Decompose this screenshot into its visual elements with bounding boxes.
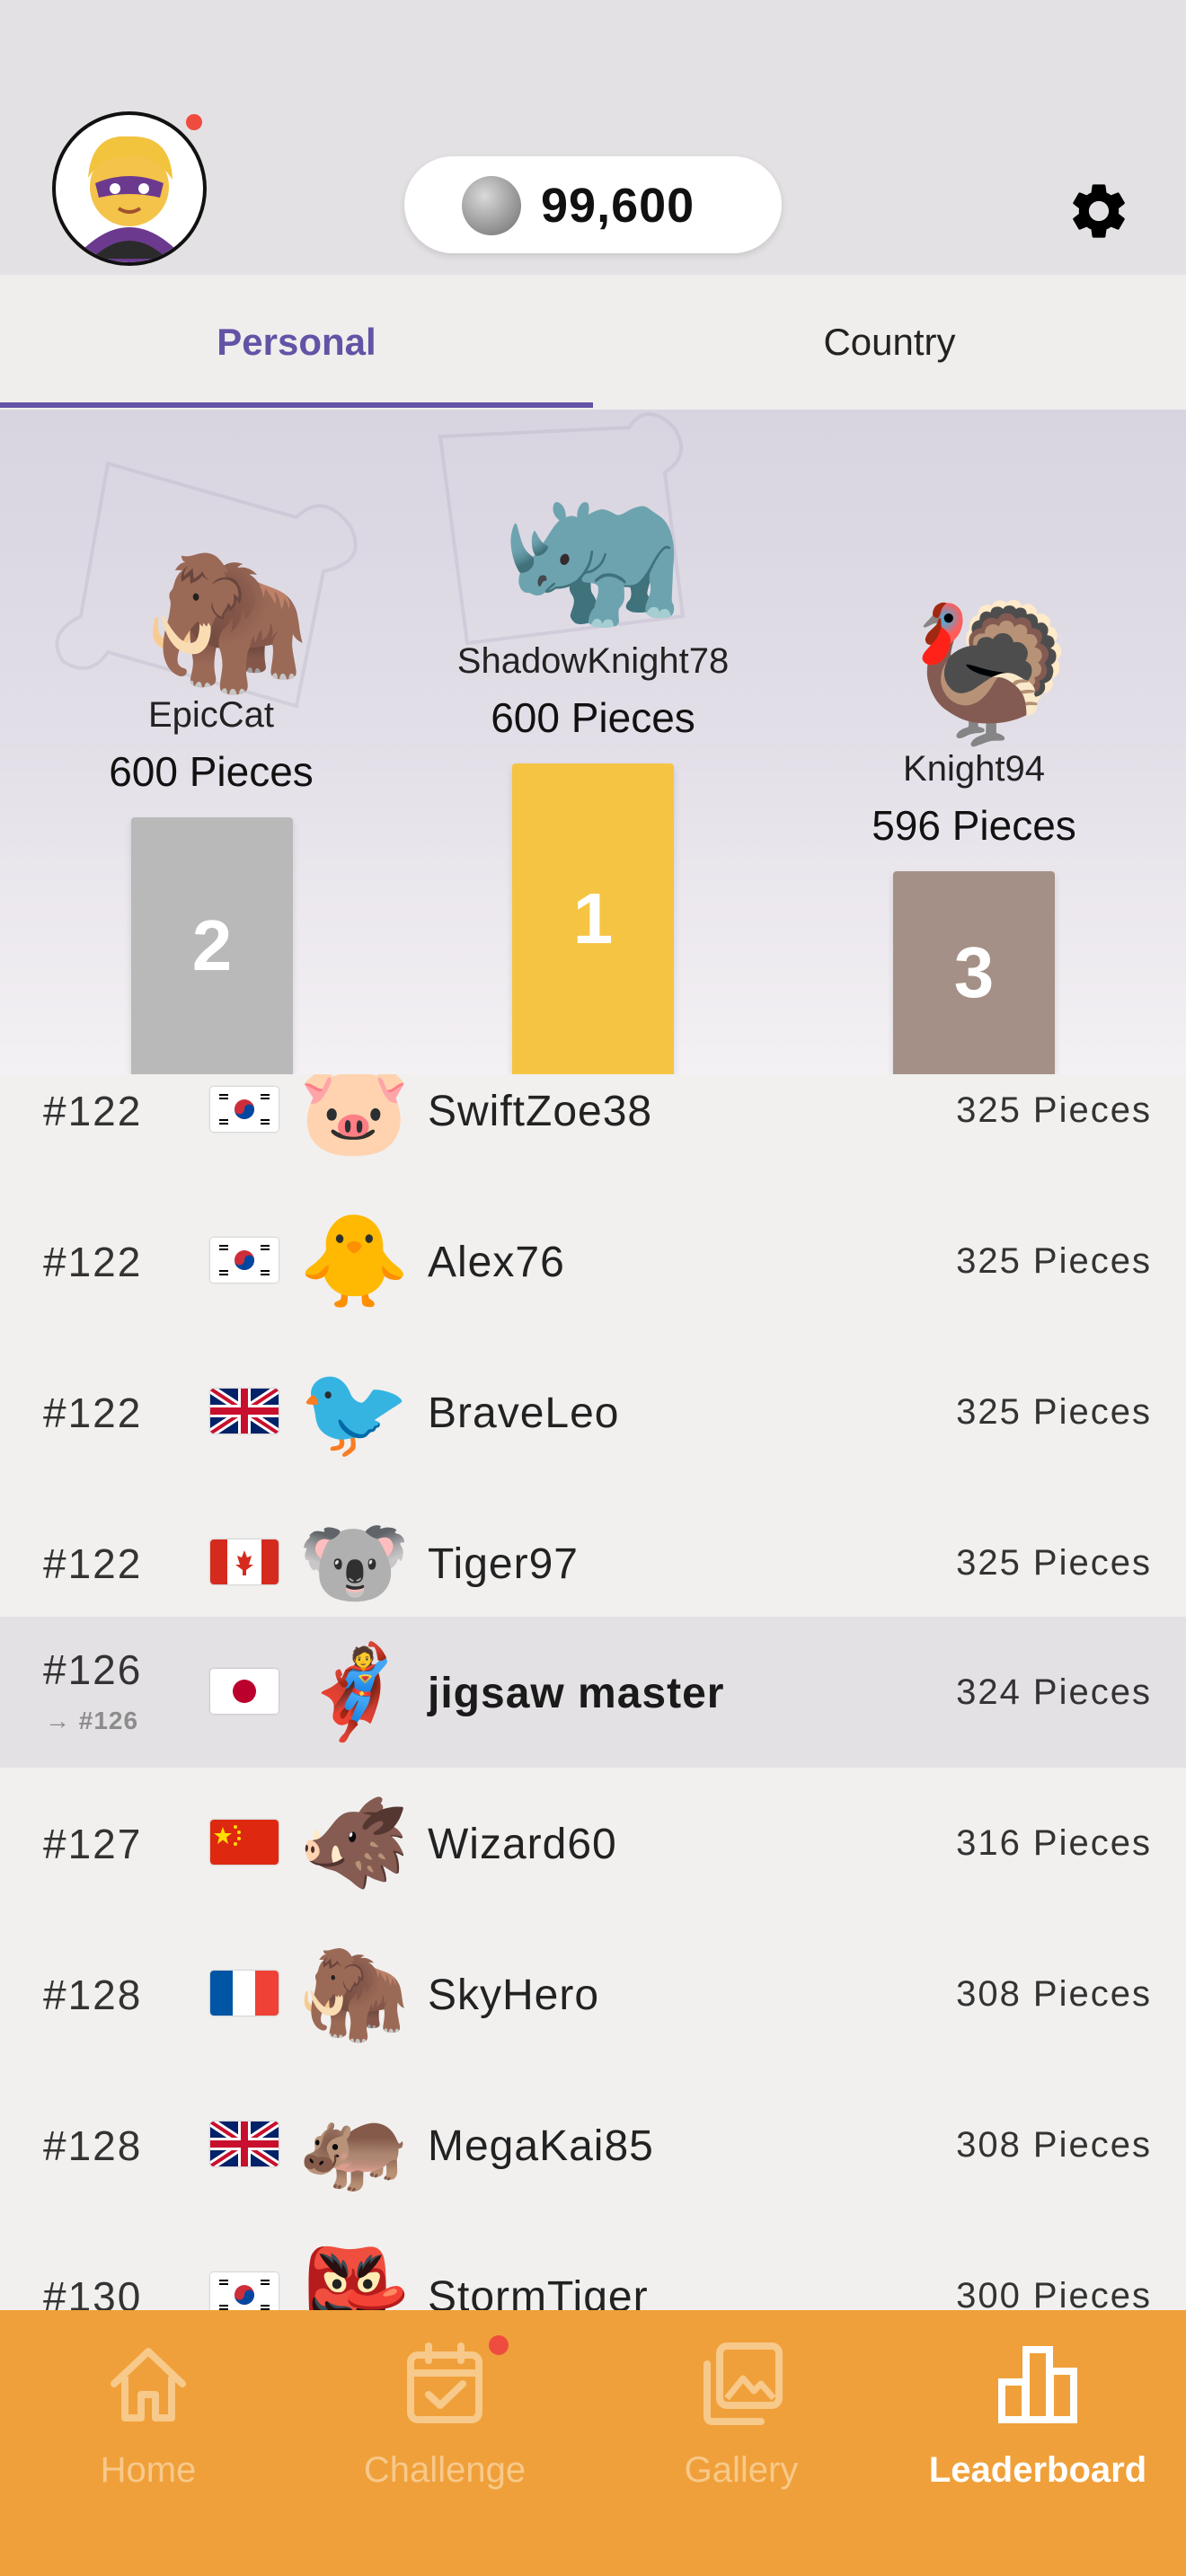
row-pieces: 325 Pieces — [956, 1090, 1152, 1130]
tab-country[interactable]: Country — [593, 275, 1186, 410]
coin-value: 99,600 — [541, 179, 695, 233]
leaderboard-row[interactable]: #127 🐗 Wizard60 316 Pieces — [0, 1768, 1186, 1919]
row-pieces: 325 Pieces — [956, 1543, 1152, 1583]
row-rank: #128 — [43, 1972, 143, 2018]
nav-challenge-label: Challenge — [363, 2450, 527, 2490]
notification-dot — [183, 111, 205, 133]
leaderboard-row-current-user[interactable]: #126 → #126 🦸 jigsaw master 324 Pieces — [0, 1617, 1186, 1768]
row-player-name: jigsaw master — [428, 1670, 725, 1717]
row-player-name: Tiger97 — [428, 1540, 579, 1588]
player-avatar: 🐨 — [298, 1513, 411, 1613]
leaderboard-row[interactable]: #128 🦛 MegaKai85 308 Pieces — [0, 2069, 1186, 2220]
top-bar: 99,600 — [0, 0, 1186, 275]
bottom-navigation: Home Challenge Gallery Leaderboard — [0, 2310, 1186, 2576]
tab-personal[interactable]: Personal — [0, 275, 593, 410]
row-player-name: Wizard60 — [428, 1821, 617, 1868]
player-avatar: 🐗 — [298, 1793, 411, 1893]
nav-leaderboard-label: Leaderboard — [928, 2450, 1147, 2490]
player-avatar: 🦸 — [298, 1642, 411, 1742]
row-rank: #122 — [43, 1540, 143, 1587]
row-rank: #127 — [43, 1821, 143, 1867]
podium: 🦣 EpicCat 600 Pieces 2 🦏 ShadowKnight78 … — [0, 410, 1186, 1074]
nav-leaderboard[interactable]: Leaderboard — [890, 2310, 1186, 2576]
flag-gb-icon — [210, 1389, 279, 1434]
leaderboard-row[interactable]: #122 🐷 SwiftZoe38 325 Pieces — [0, 1074, 1186, 1186]
leaderboard-row[interactable]: #122 🐦 BraveLeo 325 Pieces — [0, 1337, 1186, 1487]
row-player-name: Alex76 — [428, 1239, 565, 1286]
profile-avatar[interactable] — [52, 111, 207, 266]
superhero-avatar-icon — [83, 136, 176, 262]
player-avatar: 🐦 — [298, 1362, 411, 1462]
leaderboard-row[interactable]: #128 🦣 SkyHero 308 Pieces — [0, 1919, 1186, 2069]
podium-1-avatar: 🦏 — [500, 469, 686, 635]
challenge-badge-dot — [489, 2335, 509, 2355]
row-rank: #128 — [43, 2122, 143, 2169]
flag-jp-icon — [210, 1669, 279, 1714]
podium-2-name: EpicCat — [147, 695, 275, 735]
nav-home-label: Home — [100, 2450, 197, 2490]
player-avatar: 👺 — [298, 2245, 411, 2310]
player-avatar: 🐷 — [298, 1074, 411, 1160]
nav-gallery[interactable]: Gallery — [593, 2310, 890, 2576]
player-avatar: 🦛 — [298, 2095, 411, 2195]
flag-cn-icon — [210, 1820, 279, 1865]
row-player-name: MegaKai85 — [428, 2122, 654, 2170]
row-rank: #130 — [43, 2273, 143, 2310]
row-pieces: 325 Pieces — [956, 1241, 1152, 1281]
podium-2-block: 2 — [131, 817, 293, 1074]
podium-3-name: Knight94 — [903, 749, 1045, 789]
flag-kr-icon — [210, 2272, 279, 2310]
row-pieces: 308 Pieces — [956, 2125, 1152, 2165]
active-tab-indicator — [0, 402, 593, 408]
gear-icon[interactable] — [1066, 178, 1132, 244]
row-player-name: SwiftZoe38 — [428, 1088, 653, 1135]
podium-3-block: 3 — [893, 871, 1055, 1074]
flag-ca-icon — [210, 1539, 279, 1584]
player-avatar: 🐥 — [298, 1211, 411, 1311]
podium-3-avatar: 🦃 — [907, 597, 1075, 748]
house-icon — [111, 2348, 186, 2422]
flag-fr-icon — [210, 1971, 279, 2016]
nav-challenge[interactable]: Challenge — [296, 2310, 593, 2576]
row-pieces: 300 Pieces — [956, 2276, 1152, 2310]
leaderboard-row[interactable]: #122 🐨 Tiger97 325 Pieces — [0, 1487, 1186, 1638]
bar-chart-icon — [998, 2346, 1077, 2423]
row-pieces: 316 Pieces — [956, 1823, 1152, 1863]
leaderboard-tabs: Personal Country — [0, 275, 1186, 410]
gallery-icon — [704, 2342, 783, 2425]
row-rank: #126 — [43, 1646, 143, 1693]
coin-balance[interactable]: 99,600 — [404, 156, 782, 253]
row-player-name: SkyHero — [428, 1972, 600, 2019]
podium-2-avatar: 🦣 — [144, 545, 312, 696]
row-player-name: BraveLeo — [428, 1389, 620, 1437]
podium-3-pieces: 596 Pieces — [872, 802, 1076, 849]
flag-gb-icon — [210, 2122, 279, 2166]
row-pieces: 324 Pieces — [956, 1672, 1152, 1712]
row-pieces: 325 Pieces — [956, 1392, 1152, 1432]
leaderboard-list[interactable]: #122 🐷 SwiftZoe38 325 Pieces #122 🐥 Alex… — [0, 1074, 1186, 2310]
player-avatar: 🦣 — [298, 1944, 411, 2044]
rank-change: → #126 — [45, 1707, 139, 1734]
podium-1-block: 1 — [512, 763, 674, 1074]
flag-kr-icon — [210, 1238, 279, 1283]
row-rank: #122 — [43, 1239, 143, 1285]
row-rank: #122 — [43, 1088, 143, 1134]
nav-home[interactable]: Home — [0, 2310, 296, 2576]
nav-gallery-label: Gallery — [684, 2450, 799, 2490]
row-player-name: StormTiger — [428, 2273, 649, 2310]
leaderboard-row[interactable]: #130 👺 StormTiger 300 Pieces — [0, 2220, 1186, 2310]
coin-icon — [462, 176, 521, 235]
row-rank: #122 — [43, 1389, 143, 1436]
leaderboard-row[interactable]: #122 🐥 Alex76 325 Pieces — [0, 1186, 1186, 1337]
podium-1-name: ShadowKnight78 — [456, 641, 730, 681]
podium-1-pieces: 600 Pieces — [491, 694, 695, 741]
calendar-check-icon — [407, 2342, 482, 2423]
flag-kr-icon — [210, 1087, 279, 1132]
row-pieces: 308 Pieces — [956, 1974, 1152, 2014]
podium-2-pieces: 600 Pieces — [109, 748, 314, 795]
